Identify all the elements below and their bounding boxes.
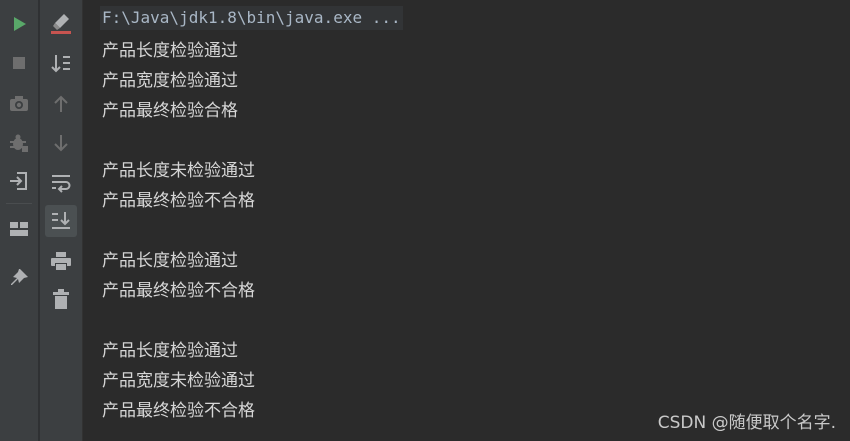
console-output[interactable]: F:\Java\jdk1.8\bin\java.exe ... 产品长度检验通过… [100,6,850,441]
debug-bug-icon [10,134,28,152]
scroll-to-end-button[interactable] [45,205,77,237]
output-line: 产品最终检验不合格 [102,191,255,211]
pin-icon [11,269,28,285]
rerun-button[interactable] [5,10,33,38]
down-arrow-icon [54,135,68,152]
stop-icon [13,57,25,69]
layout-button[interactable] [5,215,33,243]
print-icon [51,252,71,270]
right-tool-strip [40,0,83,441]
output-line: 产品宽度未检验通过 [102,371,255,391]
up-arrow-icon [54,95,68,112]
scroll-to-end-icon [52,212,70,229]
previous-occurrence-button[interactable] [47,90,75,118]
clear-all-button[interactable] [47,10,75,38]
delete-button[interactable] [47,285,75,313]
sort-down-icon [51,55,70,73]
output-line: 产品最终检验不合格 [102,281,255,301]
soft-wrap-button[interactable] [47,168,75,196]
camera-icon [10,96,28,111]
command-line: F:\Java\jdk1.8\bin\java.exe ... [100,6,403,30]
trash-icon [53,289,69,309]
output-line: 产品最终检验合格 [102,101,238,121]
rerun-icon [14,17,26,31]
dump-threads-button[interactable] [5,89,33,117]
left-tool-strip [0,0,38,441]
next-occurrence-button[interactable] [47,129,75,157]
toolbar-separator [6,203,32,204]
sort-down-button[interactable] [47,50,75,78]
exit-button[interactable] [5,167,33,195]
run-console-window: F:\Java\jdk1.8\bin\java.exe ... 产品长度检验通过… [0,0,850,441]
output-line: 产品长度检验通过 [102,41,238,61]
stop-button[interactable] [5,49,33,77]
output-line: 产品最终检验不合格 [102,401,255,421]
output-line: 产品长度检验通过 [102,251,238,271]
debug-button[interactable] [5,129,33,157]
print-button[interactable] [47,247,75,275]
output-line: 产品宽度检验通过 [102,71,238,91]
watermark: CSDN @随便取个名字. [657,413,836,433]
clear-all-icon [51,14,71,34]
output-line: 产品长度未检验通过 [102,161,255,181]
pin-tab-button[interactable] [5,264,33,292]
exit-icon [10,172,27,190]
output-lines: 产品长度检验通过 产品宽度检验通过 产品最终检验合格 产品长度未检验通过 产品最终检验不… [102,36,255,426]
output-line: 产品长度检验通过 [102,341,238,361]
layout-icon [10,222,28,236]
soft-wrap-icon [52,175,71,193]
